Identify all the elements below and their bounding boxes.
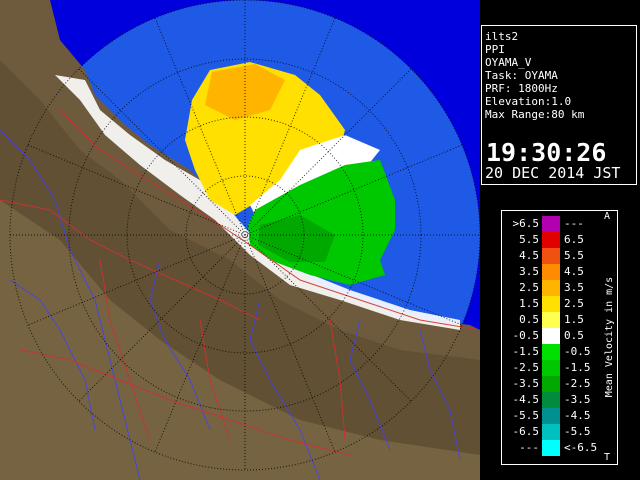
legend-high-value: 2.5 xyxy=(564,297,584,310)
legend-color-swatch xyxy=(542,280,560,296)
radar-ppi-display xyxy=(0,0,480,480)
legend-high-value: 3.5 xyxy=(564,281,584,294)
legend-color-swatch xyxy=(542,312,560,328)
legend-high-value: <-6.5 xyxy=(564,441,598,454)
legend-low-value: -3.5 xyxy=(512,377,540,390)
legend-unit-text: Mean Velocity in m/s xyxy=(604,277,615,397)
legend-color-swatch xyxy=(542,376,560,392)
legend-low-value: 0.5 xyxy=(519,313,539,326)
legend-low-value: 3.5 xyxy=(519,265,539,278)
legend-low-value: 4.5 xyxy=(519,249,539,262)
legend-color-swatch xyxy=(542,408,560,424)
site-name: ilts2 xyxy=(485,30,519,43)
legend-low-value: 2.5 xyxy=(519,281,539,294)
legend-low-value: -5.5 xyxy=(512,409,540,422)
legend-high-value: --- xyxy=(564,217,584,230)
legend-low-value: -0.5 xyxy=(512,329,540,342)
legend-low-value: -2.5 xyxy=(512,361,540,374)
legend-high-value: 0.5 xyxy=(564,329,584,342)
legend-color-swatch xyxy=(542,216,560,232)
legend-high-value: -2.5 xyxy=(564,377,591,390)
legend-color-swatch xyxy=(542,248,560,264)
legend-low-value: --- xyxy=(519,441,539,454)
legend-low-value: -6.5 xyxy=(512,425,540,438)
legend-low-value: -1.5 xyxy=(512,345,540,358)
max-range: Max Range:80 km xyxy=(485,108,585,121)
task-name: Task: OYAMA xyxy=(485,69,558,82)
legend-high-value: 5.5 xyxy=(564,249,584,262)
legend-color-swatch xyxy=(542,264,560,280)
legend-high-value: 4.5 xyxy=(564,265,584,278)
legend-high-value: 6.5 xyxy=(564,233,584,246)
info-panel: ilts2 PPI OYAMA_V Task: OYAMA PRF: 1800H… xyxy=(481,25,637,185)
legend-high-value: -3.5 xyxy=(564,393,591,406)
scan-date: 20 DEC 2014 JST xyxy=(485,164,621,182)
legend-unit-label: Mean Velocity in m/s xyxy=(604,277,615,397)
legend-low-value: 1.5 xyxy=(519,297,539,310)
legend-high-value: -1.5 xyxy=(564,361,591,374)
legend-low-value: >6.5 xyxy=(512,217,540,230)
product-name: OYAMA_V xyxy=(485,56,532,69)
legend-color-swatch xyxy=(542,392,560,408)
legend-color-swatch xyxy=(542,440,560,456)
legend-high-value: 1.5 xyxy=(564,313,584,326)
legend-low-value: -4.5 xyxy=(512,393,540,406)
legend-color-swatch xyxy=(542,328,560,344)
legend-high-value: -0.5 xyxy=(564,345,591,358)
velocity-legend: >6.5 --- 5.5 6.5 4.5 5.5 3.5 4.5 2.5 3.5 1.5 2.5 0.5… xyxy=(501,210,618,465)
prf-value: PRF: 1800Hz xyxy=(485,82,558,95)
legend-high-value: -4.5 xyxy=(564,409,591,422)
legend-color-swatch xyxy=(542,360,560,376)
elevation: Elevation:1.0 xyxy=(485,95,572,108)
legend-color-swatch xyxy=(542,232,560,248)
scan-mode: PPI xyxy=(485,43,505,56)
scan-time: 19:30:26 xyxy=(486,138,607,167)
legend-color-swatch xyxy=(542,296,560,312)
legend-low-value: 5.5 xyxy=(519,233,539,246)
legend-high-value: -5.5 xyxy=(564,425,591,438)
legend-color-swatch xyxy=(542,424,560,440)
legend-color-swatch xyxy=(542,344,560,360)
